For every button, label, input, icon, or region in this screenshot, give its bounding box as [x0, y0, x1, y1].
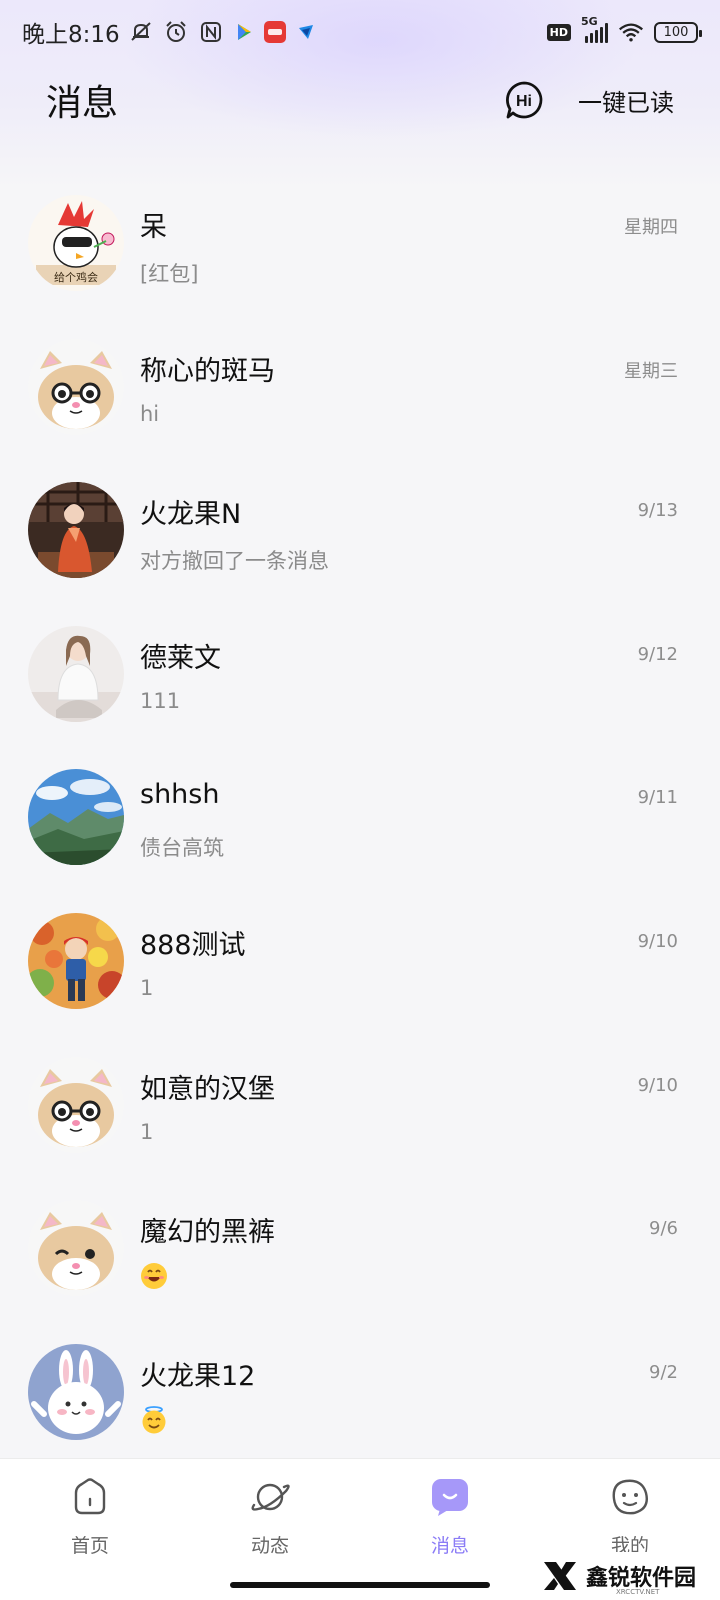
watermark-subtext: XRCCTV.NET: [616, 1588, 660, 1596]
conversation-item[interactable]: shhsh 债台高筑 9/11: [0, 749, 720, 893]
conversation-name: 德莱文: [140, 642, 221, 674]
conversation-item[interactable]: 德莱文 111 9/12: [0, 606, 720, 750]
conversation-preview: [红包]: [140, 262, 199, 286]
avatar-rooster-sticker[interactable]: 给个鸡会: [28, 195, 124, 291]
conversation-name: 火龙果N: [140, 499, 242, 531]
avatar-hamster-glasses[interactable]: [28, 338, 124, 435]
conversation-preview: 债台高筑: [140, 836, 224, 861]
watermark: 鑫锐软件园 XRCCTV.NET: [520, 1552, 720, 1600]
status-notification-icons: [128, 19, 317, 45]
play-store-icon: [233, 21, 255, 43]
avatar-photo-girl-red[interactable]: [28, 482, 124, 579]
avatar-hamster-glasses[interactable]: [28, 1056, 124, 1153]
nav-item-messages[interactable]: 消息: [360, 1459, 540, 1600]
conversation-item[interactable]: 给个鸡会 呆 [红包] 星期四: [0, 175, 720, 319]
grinning-emoji-icon: [140, 1262, 168, 1290]
planet-icon: [251, 1483, 290, 1511]
alarm-icon: [163, 19, 189, 45]
watermark-logo-icon: [544, 1562, 576, 1590]
hd-badge: HD: [546, 23, 571, 41]
conversation-item[interactable]: 888测试 1 9/10: [0, 893, 720, 1037]
wifi-icon: [618, 19, 644, 45]
avatar-anime-boy[interactable]: [28, 912, 124, 1009]
conversation-item[interactable]: 魔幻的黑裤 9/6: [0, 1180, 720, 1324]
nav-label: 消息: [430, 1535, 469, 1557]
messages-screen: 晚上8:16 HD 5G 100 消息 Hi 一键已读 给个鸡会 呆 [红包] …: [0, 0, 720, 1600]
status-time: 晚上8:16: [22, 22, 120, 48]
conversation-name: 称心的斑马: [140, 355, 275, 387]
conversation-name: 火龙果12: [140, 1360, 256, 1392]
conversation-preview: 对方撤回了一条消息: [140, 549, 329, 574]
mute-icon: [128, 19, 154, 45]
conversation-item[interactable]: 称心的斑马 hi 星期三: [0, 319, 720, 463]
conversation-item[interactable]: 如意的汉堡 1 9/10: [0, 1037, 720, 1181]
conversation-time: 9/2: [649, 1361, 678, 1383]
conversation-time: 9/10: [637, 930, 678, 952]
conversation-preview: hi: [140, 401, 160, 426]
conversation-item[interactable]: 火龙果N 对方撤回了一条消息 9/13: [0, 462, 720, 606]
nav-item-home[interactable]: 首页: [0, 1459, 180, 1600]
status-bar: 晚上8:16 HD 5G 100: [0, 0, 720, 64]
message-icon: [432, 1479, 468, 1516]
conversation-item[interactable]: 火龙果12 9/2: [0, 1324, 720, 1468]
nfc-icon: [198, 19, 224, 45]
svg-text:给个鸡会: 给个鸡会: [54, 270, 98, 284]
conversation-preview: 1: [140, 1119, 154, 1144]
nav-label: 动态: [250, 1535, 289, 1557]
status-system-icons: HD 5G 100: [546, 15, 702, 45]
battery-level: 100: [663, 24, 689, 40]
blue-app-icon: [295, 21, 317, 43]
hi-icon: Hi: [506, 81, 543, 119]
face-icon: [612, 1479, 648, 1515]
conversation-name: 888测试: [140, 929, 246, 961]
nav-item-feed[interactable]: 动态: [180, 1459, 360, 1600]
home-icon: [74, 1478, 106, 1515]
conversation-preview: 111: [140, 688, 181, 713]
home-indicator[interactable]: [230, 1582, 490, 1588]
conversation-name: 如意的汉堡: [140, 1073, 275, 1105]
avatar-photo-mountains[interactable]: [28, 769, 124, 866]
svg-text:Hi: Hi: [516, 93, 532, 110]
conversation-time: 9/12: [637, 643, 678, 665]
conversation-name: 魔幻的黑裤: [140, 1217, 275, 1249]
conversation-time: 星期三: [624, 360, 678, 382]
nav-label: 首页: [70, 1535, 109, 1557]
hi-greeting-button[interactable]: Hi: [504, 80, 544, 120]
signal-icon: 5G: [581, 15, 608, 43]
network-type: 5G: [581, 15, 598, 28]
conversation-time: 9/6: [649, 1218, 678, 1240]
conversation-preview: 1: [140, 975, 154, 1000]
avatar-hamster-wink[interactable]: [28, 1200, 124, 1297]
conversation-time: 9/13: [637, 500, 678, 522]
conversation-time: 星期四: [624, 217, 678, 238]
conversation-time: 9/10: [637, 1074, 678, 1096]
mark-all-read-button[interactable]: 一键已读: [578, 83, 674, 118]
battery-icon: 100: [654, 21, 702, 43]
conversation-name: shhsh: [140, 779, 220, 811]
avatar-photo-girl-white[interactable]: [28, 625, 124, 722]
avatar-bunny-blue[interactable]: [28, 1343, 124, 1440]
conversation-name: 呆: [140, 212, 167, 243]
page-title: 消息: [46, 83, 119, 124]
conversation-time: 9/11: [637, 787, 678, 809]
red-app-icon: [263, 21, 286, 43]
page-header: 消息 Hi 一键已读: [0, 64, 720, 136]
angel-emoji-icon: [140, 1405, 168, 1434]
conversation-list: 给个鸡会 呆 [红包] 星期四 称心的斑马 hi 星期三 火龙果N 对方撤回了一…: [0, 175, 720, 1467]
